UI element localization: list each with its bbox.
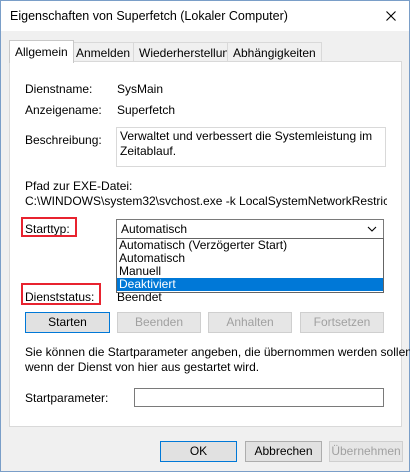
service-name-label: Dienstname: [25, 82, 93, 96]
window-title: Eigenschaften von Superfetch (Lokaler Co… [10, 9, 288, 23]
tab-anmelden[interactable]: Anmelden [70, 42, 137, 62]
tab-label: Allgemein [15, 45, 68, 59]
tab-label: Wiederherstellung [139, 46, 236, 60]
service-name-value: SysMain [117, 82, 164, 96]
description-label: Beschreibung: [25, 133, 102, 147]
exe-path-value: C:\WINDOWS\system32\svchost.exe -k Local… [25, 194, 387, 208]
display-name-value: Superfetch [117, 103, 176, 117]
service-properties-dialog: Eigenschaften von Superfetch (Lokaler Co… [0, 0, 410, 472]
close-button[interactable] [379, 4, 403, 28]
description-text: Verwaltet und verbessert die Systemleist… [120, 129, 373, 158]
description-scrollbar[interactable] [375, 128, 385, 166]
tab-allgemein[interactable]: Allgemein [9, 40, 74, 63]
cancel-button[interactable]: Abbrechen [245, 441, 322, 462]
startup-type-select[interactable]: Automatisch [116, 219, 384, 239]
stop-button[interactable]: Beenden [117, 312, 201, 333]
tab-abhaengigkeiten[interactable]: Abhängigkeiten [227, 42, 322, 62]
pause-button[interactable]: Anhalten [208, 312, 292, 333]
close-icon [386, 11, 396, 21]
option-disabled[interactable]: Deaktiviert [117, 278, 383, 291]
tab-label: Abhängigkeiten [233, 46, 316, 60]
tab-wiederherstellung[interactable]: Wiederherstellung [133, 42, 242, 62]
description-box[interactable]: Verwaltet und verbessert die Systemleist… [116, 127, 386, 167]
start-params-input[interactable] [134, 388, 384, 407]
highlight-status-label [21, 283, 101, 305]
ok-button[interactable]: OK [160, 441, 237, 462]
startup-type-dropdown: Automatisch (Verzögerter Start) Automati… [116, 238, 384, 293]
exe-path-label: Pfad zur EXE-Datei: [25, 179, 133, 193]
info-text-line-2: wenn der Dienst von hier aus gestartet w… [25, 360, 260, 374]
display-name-label: Anzeigename: [25, 103, 102, 117]
title-bar: Eigenschaften von Superfetch (Lokaler Co… [1, 1, 409, 31]
general-tab-panel: Dienstname: SysMain Anzeigename: Superfe… [9, 61, 410, 427]
highlight-startup-label [21, 217, 77, 237]
start-params-label: Startparameter: [25, 391, 109, 405]
startup-type-selected: Automatisch [121, 222, 188, 236]
resume-button[interactable]: Fortsetzen [300, 312, 384, 333]
apply-button[interactable]: Übernehmen [329, 441, 403, 462]
chevron-down-icon [367, 222, 377, 236]
start-button[interactable]: Starten [25, 312, 110, 333]
info-text-line-1: Sie können die Startparameter angeben, d… [25, 345, 410, 359]
tab-label: Anmelden [76, 46, 131, 60]
